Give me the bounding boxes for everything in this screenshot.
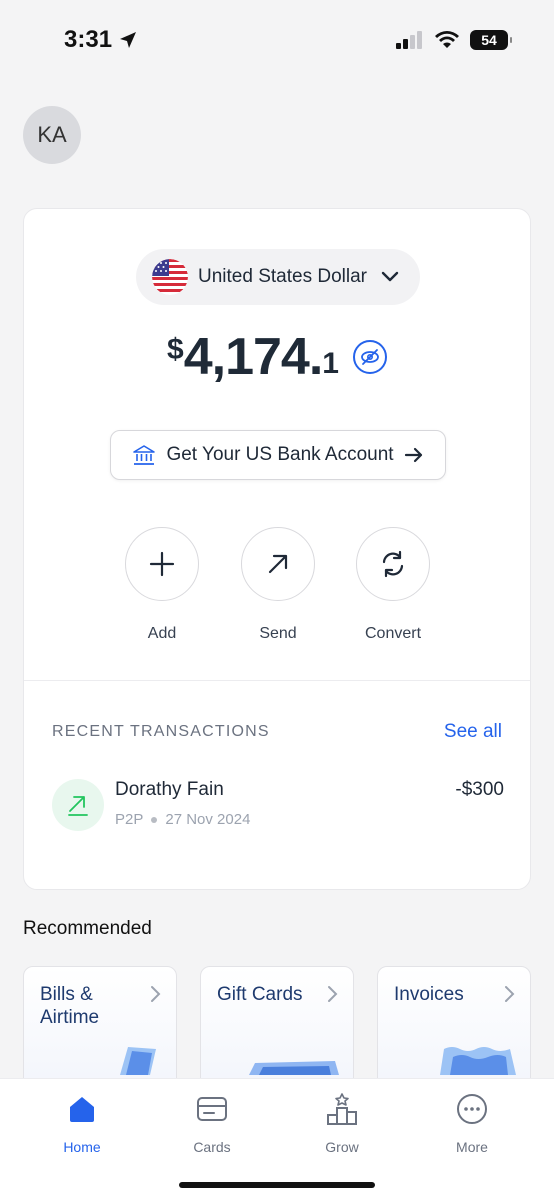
currency-selector[interactable]: United States Dollar	[136, 249, 420, 305]
status-indicators: 54	[396, 30, 512, 50]
balance-display: $ 4,174. 1	[24, 327, 530, 387]
chevron-right-icon	[505, 986, 515, 1002]
refresh-icon	[382, 550, 404, 578]
podium-icon	[327, 1093, 357, 1125]
nav-grow[interactable]: Grow	[297, 1091, 387, 1155]
battery-level: 54	[481, 32, 497, 48]
chevron-right-icon	[151, 986, 161, 1002]
transaction-type-icon	[52, 779, 104, 831]
currency-label: United States Dollar	[198, 266, 367, 287]
balance-amount: 4,174.	[183, 328, 324, 386]
us-flag-icon	[152, 259, 188, 295]
convert-label: Convert	[364, 625, 422, 642]
status-bar: 3:31 54	[0, 0, 554, 82]
nav-more[interactable]: More	[427, 1091, 517, 1155]
avatar-initials: KA	[37, 122, 67, 147]
send-button[interactable]	[241, 527, 315, 601]
transaction-name: Dorathy Fain	[115, 779, 224, 800]
recent-transactions-title: RECENT TRANSACTIONS	[52, 723, 270, 740]
send-label: Send	[259, 625, 297, 642]
chevron-down-icon	[381, 271, 399, 282]
status-time: 3:31	[64, 26, 138, 54]
card-divider	[24, 680, 530, 681]
convert-button[interactable]	[356, 527, 430, 601]
location-arrow-icon	[120, 32, 137, 48]
nav-cards[interactable]: Cards	[167, 1091, 257, 1155]
home-indicator	[179, 1182, 375, 1188]
convert-action[interactable]: Convert	[343, 527, 443, 643]
nav-home-label: Home	[63, 1139, 101, 1155]
send-action[interactable]: Send	[228, 527, 328, 643]
wifi-icon	[435, 31, 459, 48]
more-icon	[457, 1094, 487, 1124]
get-us-bank-account-button[interactable]: Get Your US Bank Account	[110, 430, 446, 480]
bills-airtime-label: Bills & Airtime	[40, 984, 100, 1028]
status-time-text: 3:31	[64, 26, 113, 53]
card-icon	[197, 1097, 227, 1121]
separator-dot	[151, 816, 158, 823]
see-all-link[interactable]: See all	[444, 721, 502, 743]
arrow-right-icon	[404, 447, 422, 463]
recommended-title: Recommended	[23, 918, 152, 939]
transaction-date: 27 Nov 2024	[165, 811, 251, 828]
transaction-meta: P2P 27 Nov 2024	[115, 811, 250, 828]
gift-card-illustration-icon	[249, 1061, 339, 1075]
invoice-illustration-icon	[440, 1047, 516, 1075]
home-icon	[70, 1097, 94, 1122]
nav-cards-label: Cards	[193, 1139, 231, 1155]
bank-icon	[133, 445, 156, 465]
add-action[interactable]: Add	[112, 527, 212, 643]
chevron-right-icon	[328, 986, 338, 1002]
balance-currency-symbol: $	[167, 333, 184, 366]
eye-off-icon	[361, 349, 379, 365]
battery-indicator: 54	[470, 30, 512, 50]
transaction-amount: -$300	[455, 779, 504, 800]
phone-illustration-icon	[120, 1047, 156, 1075]
cellular-signal-icon	[396, 31, 422, 49]
wallet-card: United States Dollar $ 4,174. 1 Get Your…	[23, 208, 531, 890]
arrow-up-right-icon	[68, 796, 88, 816]
nav-grow-label: Grow	[325, 1139, 359, 1155]
nav-home[interactable]: Home	[37, 1091, 127, 1155]
gift-cards-label: Gift Cards	[217, 984, 303, 1005]
plus-icon	[149, 551, 175, 577]
balance-decimal: 1	[322, 347, 339, 380]
invoices-label: Invoices	[394, 984, 464, 1005]
add-button[interactable]	[125, 527, 199, 601]
add-label: Add	[147, 625, 177, 642]
transaction-type: P2P	[115, 811, 144, 828]
transaction-row[interactable]: Dorathy Fain P2P 27 Nov 2024 -$300	[52, 777, 504, 833]
hide-balance-button[interactable]	[352, 340, 387, 374]
bank-button-label: Get Your US Bank Account	[166, 444, 394, 465]
nav-more-label: More	[456, 1139, 488, 1155]
profile-avatar[interactable]: KA	[23, 106, 81, 164]
arrow-up-right-icon	[268, 554, 288, 574]
